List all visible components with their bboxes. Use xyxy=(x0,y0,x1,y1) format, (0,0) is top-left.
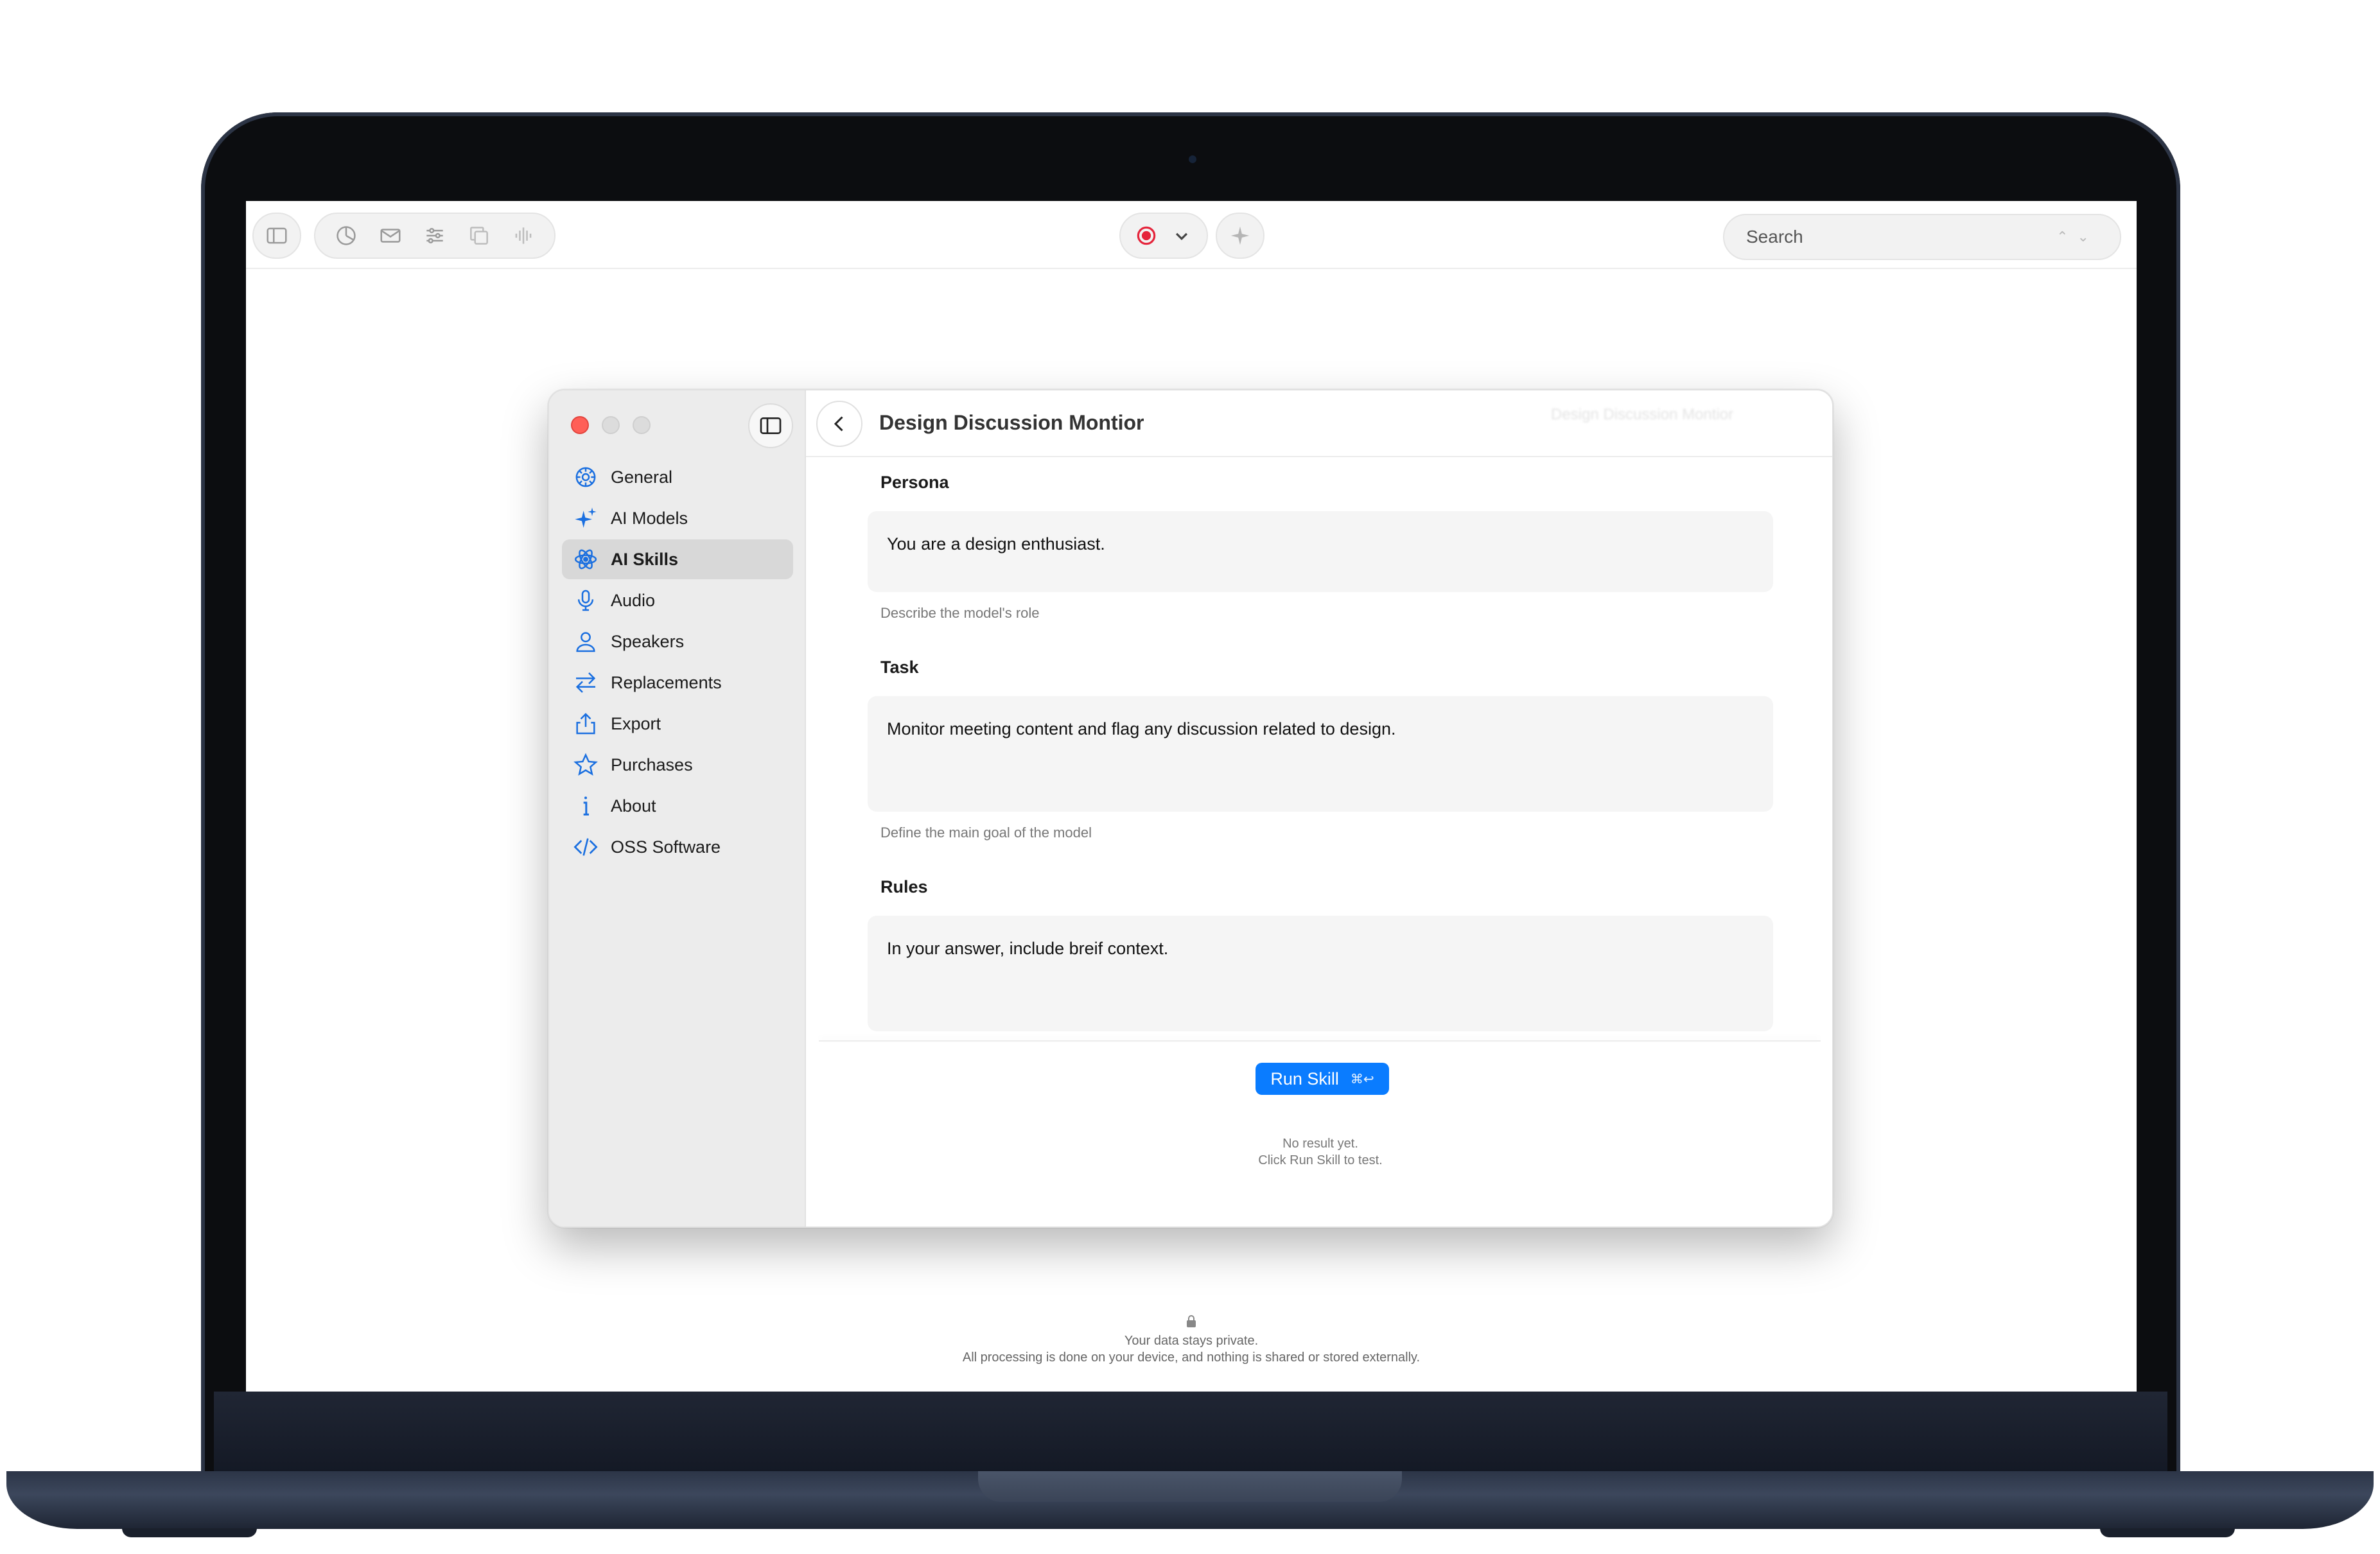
privacy-line-2: All processing is done on your device, a… xyxy=(962,1350,1421,1365)
sidebar-icon xyxy=(760,417,782,434)
rules-label: Rules xyxy=(880,877,928,896)
run-skill-label: Run Skill xyxy=(1270,1069,1339,1088)
zoom-window-button[interactable] xyxy=(633,416,651,434)
sidebar-item-label: General xyxy=(611,467,673,487)
task-help: Define the main goal of the model xyxy=(880,825,1092,841)
copy-icon[interactable] xyxy=(466,223,492,249)
settings-window: General AI Models AI Skills Audio Speake… xyxy=(548,389,1833,1228)
sidebar-item-ai-models[interactable]: AI Models xyxy=(562,498,793,538)
gear-icon xyxy=(572,464,599,491)
sidebar-item-label: Export xyxy=(611,713,661,733)
persona-help: Describe the model's role xyxy=(880,605,1040,621)
search-placeholder: Search xyxy=(1746,227,1803,247)
lock-icon xyxy=(1187,1315,1196,1327)
sparkles-icon xyxy=(572,505,599,532)
sidebar-item-label: AI Models xyxy=(611,508,688,528)
waveform-icon[interactable] xyxy=(511,223,536,249)
task-label: Task xyxy=(880,658,919,677)
laptop-notch xyxy=(978,1471,1402,1502)
search-input[interactable]: Search ⌃⌄ xyxy=(1723,214,2121,260)
search-nav-arrows[interactable]: ⌃⌄ xyxy=(2056,229,2098,245)
sidebar-collapse-button[interactable] xyxy=(748,403,793,448)
sidebar-item-speakers[interactable]: Speakers xyxy=(562,622,793,661)
sidebar-item-export[interactable]: Export xyxy=(562,704,793,744)
sidebar-item-label: Replacements xyxy=(611,672,722,692)
divider xyxy=(819,1040,1821,1042)
privacy-line-1: Your data stays private. xyxy=(1124,1334,1259,1348)
editor-header: Design Discussion Montior Design Discuss… xyxy=(806,390,1832,457)
laptop-foot-right xyxy=(2100,1528,2235,1537)
sidebar-item-ai-skills[interactable]: AI Skills xyxy=(562,539,793,579)
persona-field[interactable]: You are a design enthusiast. xyxy=(868,511,1773,592)
export-icon xyxy=(572,710,599,737)
atom-icon xyxy=(572,546,599,573)
sidebar-item-replacements[interactable]: Replacements xyxy=(562,663,793,703)
window-controls xyxy=(571,416,651,434)
sidebar-item-purchases[interactable]: Purchases xyxy=(562,745,793,785)
skill-editor: Design Discussion Montior Design Discuss… xyxy=(806,390,1832,1227)
settings-nav: General AI Models AI Skills Audio Speake… xyxy=(562,457,793,868)
sidebar-item-label: About xyxy=(611,796,656,816)
arrows-icon xyxy=(572,669,599,696)
record-button[interactable] xyxy=(1119,213,1208,259)
laptop-chin xyxy=(214,1392,2167,1471)
record-icon xyxy=(1133,223,1159,249)
run-skill-button[interactable]: Run Skill ⌘↩ xyxy=(1256,1063,1389,1095)
result-line-1: No result yet. xyxy=(1282,1137,1358,1151)
sidebar-toggle-icon xyxy=(264,223,290,249)
ghost-title: Design Discussion Montior xyxy=(1551,406,1734,423)
sidebar-item-audio[interactable]: Audio xyxy=(562,581,793,620)
back-button[interactable] xyxy=(816,401,862,447)
star-icon xyxy=(572,751,599,778)
minimize-window-button[interactable] xyxy=(602,416,620,434)
rules-field[interactable]: In your answer, include breif context. xyxy=(868,916,1773,1031)
privacy-notice: Your data stays private. All processing … xyxy=(246,1314,2137,1366)
sidebar-item-label: Purchases xyxy=(611,755,693,774)
sidebar-item-label: OSS Software xyxy=(611,837,721,857)
page-title: Design Discussion Montior xyxy=(879,411,1144,434)
chart-icon[interactable] xyxy=(333,223,359,249)
ai-assist-button[interactable] xyxy=(1216,213,1264,259)
laptop-foot-left xyxy=(122,1528,257,1537)
task-field[interactable]: Monitor meeting content and flag any dis… xyxy=(868,696,1773,812)
person-icon xyxy=(572,628,599,655)
camera xyxy=(1189,155,1196,163)
sliders-icon[interactable] xyxy=(422,223,448,249)
info-icon xyxy=(572,792,599,819)
close-window-button[interactable] xyxy=(571,416,589,434)
run-skill-shortcut: ⌘↩ xyxy=(1350,1072,1374,1087)
settings-sidebar: General AI Models AI Skills Audio Speake… xyxy=(549,390,806,1227)
sidebar-item-label: AI Skills xyxy=(611,549,679,569)
sidebar-item-label: Audio xyxy=(611,590,656,610)
result-line-2: Click Run Skill to test. xyxy=(1258,1153,1383,1167)
sidebar-item-about[interactable]: About xyxy=(562,786,793,826)
sidebar-item-label: Speakers xyxy=(611,631,685,651)
microphone-icon xyxy=(572,587,599,614)
app-toolbar: Search ⌃⌄ xyxy=(246,201,2137,269)
chevron-left-icon xyxy=(834,416,843,432)
result-placeholder: No result yet. Click Run Skill to test. xyxy=(806,1135,1832,1169)
sidebar-item-oss-software[interactable]: OSS Software xyxy=(562,827,793,867)
screen: Search ⌃⌄ General AI Models AI Skills Au… xyxy=(246,201,2137,1392)
sparkle-icon xyxy=(1227,223,1253,249)
persona-label: Persona xyxy=(880,473,949,492)
chevron-down-icon[interactable] xyxy=(1169,223,1194,249)
mail-icon[interactable] xyxy=(378,223,403,249)
sidebar-toggle-button[interactable] xyxy=(252,213,301,259)
toolbar-tools-group xyxy=(314,213,556,259)
sidebar-item-general[interactable]: General xyxy=(562,457,793,497)
code-icon xyxy=(572,834,599,860)
